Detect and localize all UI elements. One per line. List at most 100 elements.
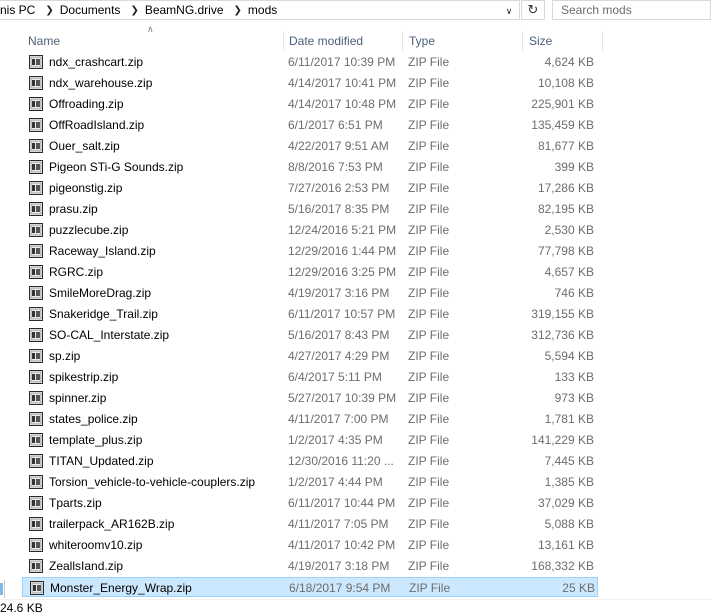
file-row[interactable]: whiteroomv10.zip 4/11/2017 10:42 PM ZIP Fi… [22,535,598,555]
file-row[interactable]: ndx_crashcart.zip 6/11/2017 10:39 PM ZIP F… [22,52,598,72]
file-type: ZIP File [408,244,450,258]
file-size: 133 KB [554,370,594,384]
file-date: 4/27/2017 4:29 PM [288,349,390,363]
zip-file-icon [29,55,43,69]
column-header-label: Type [409,34,436,48]
file-type: ZIP File [408,307,450,321]
zip-file-icon [29,160,43,174]
file-row[interactable]: SO-CAL_Interstate.zip 5/16/2017 8:43 PM ZI… [22,325,598,345]
file-size: 10,108 KB [537,76,594,90]
file-size: 2,530 KB [544,223,594,237]
file-row[interactable]: spinner.zip 5/27/2017 10:39 PM ZIP File 973… [22,388,598,408]
file-row[interactable]: Tparts.zip 6/11/2017 10:44 PM ZIP File 37,0… [22,493,598,513]
file-row[interactable]: Monster_Energy_Wrap.zip 6/18/2017 9:54 PM… [22,577,598,597]
file-name: spinner.zip [49,391,107,405]
file-row[interactable]: prasu.zip 5/16/2017 8:35 PM ZIP File 82,195… [22,199,598,219]
file-name: OffRoadIsland.zip [49,118,145,132]
file-row[interactable]: ZeallsIand.zip 4/19/2017 3:18 PM ZIP File 1… [22,556,598,576]
file-name: Raceway_Island.zip [49,244,156,258]
file-type: ZIP File [408,55,450,69]
file-date: 4/11/2017 7:00 PM [288,412,389,426]
file-row[interactable]: Ouer_salt.zip 4/22/2017 9:51 AM ZIP File 81… [22,136,598,156]
file-type: ZIP File [408,412,450,426]
file-row[interactable]: puzzlecube.zip 12/24/2016 5:21 PM ZIP File… [22,220,598,240]
file-name: puzzlecube.zip [49,223,129,237]
file-date: 12/30/2016 11:20 ... [288,454,394,468]
file-type: ZIP File [408,496,450,510]
file-size: 4,657 KB [544,265,594,279]
breadcrumb-separator-icon[interactable]: ❯ [39,5,59,16]
file-date: 4/19/2017 3:18 PM [288,559,390,573]
search-box[interactable] [552,0,711,20]
file-row[interactable]: SmileMoreDrag.zip 4/19/2017 3:16 PM ZIP Fi… [22,283,598,303]
file-date: 4/11/2017 7:05 PM [288,517,389,531]
file-name: Monster_Energy_Wrap.zip [50,581,192,595]
file-name: template_plus.zip [49,433,143,447]
file-row[interactable]: Pigeon STi-G Sounds.zip 8/8/2016 7:53 PM Z… [22,157,598,177]
refresh-button[interactable]: ↻ [521,0,545,20]
refresh-icon: ↻ [527,2,539,17]
column-header-label: Size [529,34,553,48]
breadcrumb-mods[interactable]: mods [248,3,281,17]
file-name: SmileMoreDrag.zip [49,286,152,300]
file-row[interactable]: TITAN_Updated.zip 12/30/2016 11:20 ... ZIP… [22,451,598,471]
file-size: 746 KB [554,286,594,300]
column-header-type[interactable]: Type [403,31,523,51]
zip-file-icon [29,76,43,90]
column-header-size[interactable]: Size [523,31,603,51]
file-size: 4,624 KB [544,55,594,69]
file-size: 5,088 KB [544,517,594,531]
search-input[interactable] [553,1,711,19]
file-size: 225,901 KB [531,97,594,111]
file-row[interactable]: Raceway_Island.zip 12/29/2016 1:44 PM ZIP … [22,241,598,261]
file-name: Torsion_vehicle-to-vehicle-couplers.zip [49,475,256,489]
file-type: ZIP File [408,328,450,342]
breadcrumb-documents[interactable]: Documents [60,3,125,17]
zip-file-icon [29,307,43,321]
file-date: 4/14/2017 10:41 PM [288,76,397,90]
file-row[interactable]: Snakeridge_Trail.zip 6/11/2017 10:57 PM ZI… [22,304,598,324]
file-row[interactable]: OffRoadIsland.zip 6/1/2017 6:51 PM ZIP Fil… [22,115,598,135]
file-date: 6/1/2017 6:51 PM [288,118,383,132]
file-date: 12/29/2016 1:44 PM [288,244,397,258]
pane-divider[interactable] [4,580,5,598]
file-row[interactable]: ndx_warehouse.zip 4/14/2017 10:41 PM ZIP F… [22,73,598,93]
file-date: 4/14/2017 10:48 PM [288,97,397,111]
file-row[interactable]: pigeonstig.zip 7/27/2016 2:53 PM ZIP File 1… [22,178,598,198]
file-row[interactable]: sp.zip 4/27/2017 4:29 PM ZIP File 5,594 KB [22,346,598,366]
file-name: Tparts.zip [49,496,102,510]
navigation-pane-edge [0,22,5,599]
file-name: sp.zip [49,349,81,363]
file-type: ZIP File [408,475,450,489]
file-row[interactable]: trailerpack_AR162B.zip 4/11/2017 7:05 PM Z… [22,514,598,534]
file-size: 82,195 KB [537,202,594,216]
file-row[interactable]: template_plus.zip 1/2/2017 4:35 PM ZIP Fil… [22,430,598,450]
file-type: ZIP File [408,181,450,195]
chevron-down-icon[interactable]: ∨ [499,1,519,19]
breadcrumb-this-pc[interactable]: nis PC [0,3,39,17]
zip-file-icon [29,286,43,300]
column-header-date[interactable]: Date modified [284,31,403,51]
zip-file-icon [29,454,43,468]
file-row[interactable]: states_police.zip 4/11/2017 7:00 PM ZIP Fi… [22,409,598,429]
file-size: 1,781 KB [544,412,594,426]
file-name: whiteroomv10.zip [49,538,143,552]
column-header-name[interactable]: Name [22,31,284,51]
file-row[interactable]: Torsion_vehicle-to-vehicle-couplers.zip 1… [22,472,598,492]
file-name: prasu.zip [49,202,98,216]
file-row[interactable]: RGRC.zip 12/29/2016 3:25 PM ZIP File 4,657 … [22,262,598,282]
file-size: 7,445 KB [544,454,594,468]
address-bar[interactable]: nis PC ❯ Documents ❯ BeamNG.drive ❯ mods… [0,0,520,20]
file-name: ndx_warehouse.zip [49,76,153,90]
breadcrumb-beamng[interactable]: BeamNG.drive [145,3,228,17]
breadcrumb-separator-icon[interactable]: ❯ [228,5,248,16]
file-row[interactable]: spikestrip.zip 6/4/2017 5:11 PM ZIP File 13… [22,367,598,387]
file-row[interactable]: Offroading.zip 4/14/2017 10:48 PM ZIP File… [22,94,598,114]
zip-file-icon [29,370,43,384]
file-date: 6/18/2017 9:54 PM [289,581,391,595]
file-date: 6/11/2017 10:44 PM [288,496,396,510]
file-name: Ouer_salt.zip [49,139,120,153]
zip-file-icon [29,181,43,195]
breadcrumb-separator-icon[interactable]: ❯ [124,5,144,16]
file-size: 5,594 KB [544,349,594,363]
